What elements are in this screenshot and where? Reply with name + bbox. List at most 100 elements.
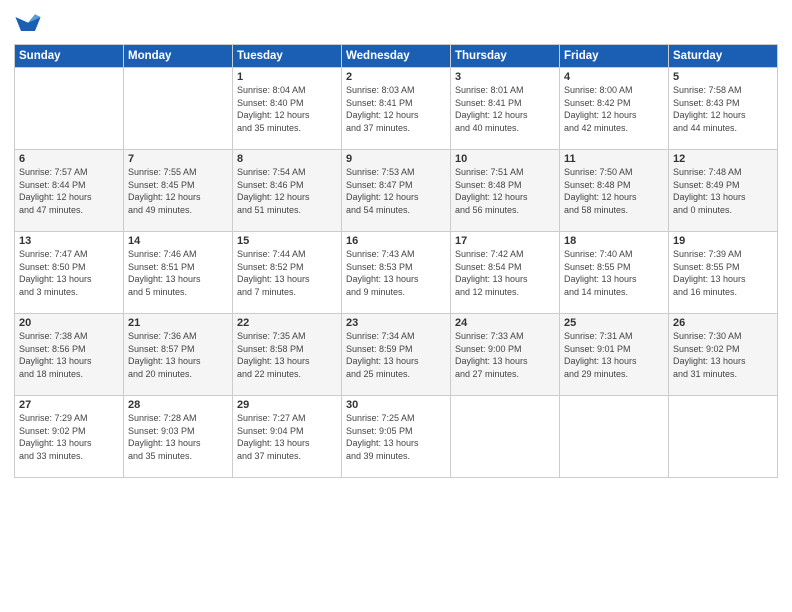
day-info: Sunrise: 7:55 AM Sunset: 8:45 PM Dayligh… — [128, 166, 228, 216]
day-info: Sunrise: 7:58 AM Sunset: 8:43 PM Dayligh… — [673, 84, 773, 134]
weekday-header-wednesday: Wednesday — [342, 45, 451, 68]
day-number: 6 — [19, 153, 119, 165]
day-number: 4 — [564, 71, 664, 83]
day-info: Sunrise: 7:42 AM Sunset: 8:54 PM Dayligh… — [455, 248, 555, 298]
calendar-day-7: 7Sunrise: 7:55 AM Sunset: 8:45 PM Daylig… — [124, 150, 233, 232]
day-number: 5 — [673, 71, 773, 83]
logo-icon — [14, 10, 42, 38]
calendar-day-15: 15Sunrise: 7:44 AM Sunset: 8:52 PM Dayli… — [233, 232, 342, 314]
calendar-day-29: 29Sunrise: 7:27 AM Sunset: 9:04 PM Dayli… — [233, 396, 342, 478]
day-info: Sunrise: 7:27 AM Sunset: 9:04 PM Dayligh… — [237, 412, 337, 462]
day-number: 27 — [19, 399, 119, 411]
calendar-week-3: 20Sunrise: 7:38 AM Sunset: 8:56 PM Dayli… — [15, 314, 778, 396]
day-number: 16 — [346, 235, 446, 247]
calendar-day-4: 4Sunrise: 8:00 AM Sunset: 8:42 PM Daylig… — [560, 68, 669, 150]
day-number: 28 — [128, 399, 228, 411]
calendar-day-22: 22Sunrise: 7:35 AM Sunset: 8:58 PM Dayli… — [233, 314, 342, 396]
day-info: Sunrise: 7:31 AM Sunset: 9:01 PM Dayligh… — [564, 330, 664, 380]
day-number: 10 — [455, 153, 555, 165]
day-number: 14 — [128, 235, 228, 247]
calendar-day-9: 9Sunrise: 7:53 AM Sunset: 8:47 PM Daylig… — [342, 150, 451, 232]
day-number: 26 — [673, 317, 773, 329]
calendar-day-11: 11Sunrise: 7:50 AM Sunset: 8:48 PM Dayli… — [560, 150, 669, 232]
calendar-week-1: 6Sunrise: 7:57 AM Sunset: 8:44 PM Daylig… — [15, 150, 778, 232]
day-info: Sunrise: 7:34 AM Sunset: 8:59 PM Dayligh… — [346, 330, 446, 380]
day-info: Sunrise: 7:46 AM Sunset: 8:51 PM Dayligh… — [128, 248, 228, 298]
day-number: 3 — [455, 71, 555, 83]
calendar-day-30: 30Sunrise: 7:25 AM Sunset: 9:05 PM Dayli… — [342, 396, 451, 478]
calendar-day-25: 25Sunrise: 7:31 AM Sunset: 9:01 PM Dayli… — [560, 314, 669, 396]
day-info: Sunrise: 7:39 AM Sunset: 8:55 PM Dayligh… — [673, 248, 773, 298]
calendar-day-28: 28Sunrise: 7:28 AM Sunset: 9:03 PM Dayli… — [124, 396, 233, 478]
calendar-day-23: 23Sunrise: 7:34 AM Sunset: 8:59 PM Dayli… — [342, 314, 451, 396]
day-number: 24 — [455, 317, 555, 329]
day-number: 12 — [673, 153, 773, 165]
calendar-day-16: 16Sunrise: 7:43 AM Sunset: 8:53 PM Dayli… — [342, 232, 451, 314]
header — [14, 10, 778, 38]
calendar-day-20: 20Sunrise: 7:38 AM Sunset: 8:56 PM Dayli… — [15, 314, 124, 396]
calendar-day-10: 10Sunrise: 7:51 AM Sunset: 8:48 PM Dayli… — [451, 150, 560, 232]
day-info: Sunrise: 7:47 AM Sunset: 8:50 PM Dayligh… — [19, 248, 119, 298]
day-info: Sunrise: 7:25 AM Sunset: 9:05 PM Dayligh… — [346, 412, 446, 462]
calendar-empty — [669, 396, 778, 478]
day-number: 7 — [128, 153, 228, 165]
calendar-day-27: 27Sunrise: 7:29 AM Sunset: 9:02 PM Dayli… — [15, 396, 124, 478]
day-info: Sunrise: 8:01 AM Sunset: 8:41 PM Dayligh… — [455, 84, 555, 134]
day-number: 8 — [237, 153, 337, 165]
calendar-empty — [124, 68, 233, 150]
calendar-day-17: 17Sunrise: 7:42 AM Sunset: 8:54 PM Dayli… — [451, 232, 560, 314]
day-info: Sunrise: 7:36 AM Sunset: 8:57 PM Dayligh… — [128, 330, 228, 380]
weekday-header-sunday: Sunday — [15, 45, 124, 68]
day-info: Sunrise: 7:53 AM Sunset: 8:47 PM Dayligh… — [346, 166, 446, 216]
day-number: 11 — [564, 153, 664, 165]
weekday-header-friday: Friday — [560, 45, 669, 68]
weekday-header-monday: Monday — [124, 45, 233, 68]
day-info: Sunrise: 7:33 AM Sunset: 9:00 PM Dayligh… — [455, 330, 555, 380]
calendar-day-19: 19Sunrise: 7:39 AM Sunset: 8:55 PM Dayli… — [669, 232, 778, 314]
day-number: 20 — [19, 317, 119, 329]
day-info: Sunrise: 8:04 AM Sunset: 8:40 PM Dayligh… — [237, 84, 337, 134]
day-info: Sunrise: 7:48 AM Sunset: 8:49 PM Dayligh… — [673, 166, 773, 216]
day-number: 1 — [237, 71, 337, 83]
calendar-day-12: 12Sunrise: 7:48 AM Sunset: 8:49 PM Dayli… — [669, 150, 778, 232]
calendar-day-18: 18Sunrise: 7:40 AM Sunset: 8:55 PM Dayli… — [560, 232, 669, 314]
day-info: Sunrise: 7:40 AM Sunset: 8:55 PM Dayligh… — [564, 248, 664, 298]
day-info: Sunrise: 7:54 AM Sunset: 8:46 PM Dayligh… — [237, 166, 337, 216]
page: SundayMondayTuesdayWednesdayThursdayFrid… — [0, 0, 792, 612]
weekday-header-tuesday: Tuesday — [233, 45, 342, 68]
calendar-day-26: 26Sunrise: 7:30 AM Sunset: 9:02 PM Dayli… — [669, 314, 778, 396]
weekday-header-saturday: Saturday — [669, 45, 778, 68]
day-number: 9 — [346, 153, 446, 165]
day-info: Sunrise: 7:28 AM Sunset: 9:03 PM Dayligh… — [128, 412, 228, 462]
day-number: 21 — [128, 317, 228, 329]
day-info: Sunrise: 7:38 AM Sunset: 8:56 PM Dayligh… — [19, 330, 119, 380]
day-number: 22 — [237, 317, 337, 329]
day-info: Sunrise: 8:03 AM Sunset: 8:41 PM Dayligh… — [346, 84, 446, 134]
day-info: Sunrise: 7:35 AM Sunset: 8:58 PM Dayligh… — [237, 330, 337, 380]
calendar-empty — [451, 396, 560, 478]
day-number: 15 — [237, 235, 337, 247]
day-info: Sunrise: 7:43 AM Sunset: 8:53 PM Dayligh… — [346, 248, 446, 298]
day-number: 18 — [564, 235, 664, 247]
day-info: Sunrise: 7:29 AM Sunset: 9:02 PM Dayligh… — [19, 412, 119, 462]
day-number: 29 — [237, 399, 337, 411]
day-info: Sunrise: 7:57 AM Sunset: 8:44 PM Dayligh… — [19, 166, 119, 216]
day-number: 13 — [19, 235, 119, 247]
calendar-week-0: 1Sunrise: 8:04 AM Sunset: 8:40 PM Daylig… — [15, 68, 778, 150]
calendar-day-21: 21Sunrise: 7:36 AM Sunset: 8:57 PM Dayli… — [124, 314, 233, 396]
calendar-day-2: 2Sunrise: 8:03 AM Sunset: 8:41 PM Daylig… — [342, 68, 451, 150]
day-info: Sunrise: 7:50 AM Sunset: 8:48 PM Dayligh… — [564, 166, 664, 216]
day-number: 2 — [346, 71, 446, 83]
day-info: Sunrise: 7:51 AM Sunset: 8:48 PM Dayligh… — [455, 166, 555, 216]
calendar-empty — [15, 68, 124, 150]
calendar-day-6: 6Sunrise: 7:57 AM Sunset: 8:44 PM Daylig… — [15, 150, 124, 232]
calendar-day-8: 8Sunrise: 7:54 AM Sunset: 8:46 PM Daylig… — [233, 150, 342, 232]
day-number: 17 — [455, 235, 555, 247]
day-number: 23 — [346, 317, 446, 329]
calendar-day-3: 3Sunrise: 8:01 AM Sunset: 8:41 PM Daylig… — [451, 68, 560, 150]
calendar-header-row: SundayMondayTuesdayWednesdayThursdayFrid… — [15, 45, 778, 68]
calendar-week-2: 13Sunrise: 7:47 AM Sunset: 8:50 PM Dayli… — [15, 232, 778, 314]
day-number: 25 — [564, 317, 664, 329]
day-number: 19 — [673, 235, 773, 247]
calendar-empty — [560, 396, 669, 478]
